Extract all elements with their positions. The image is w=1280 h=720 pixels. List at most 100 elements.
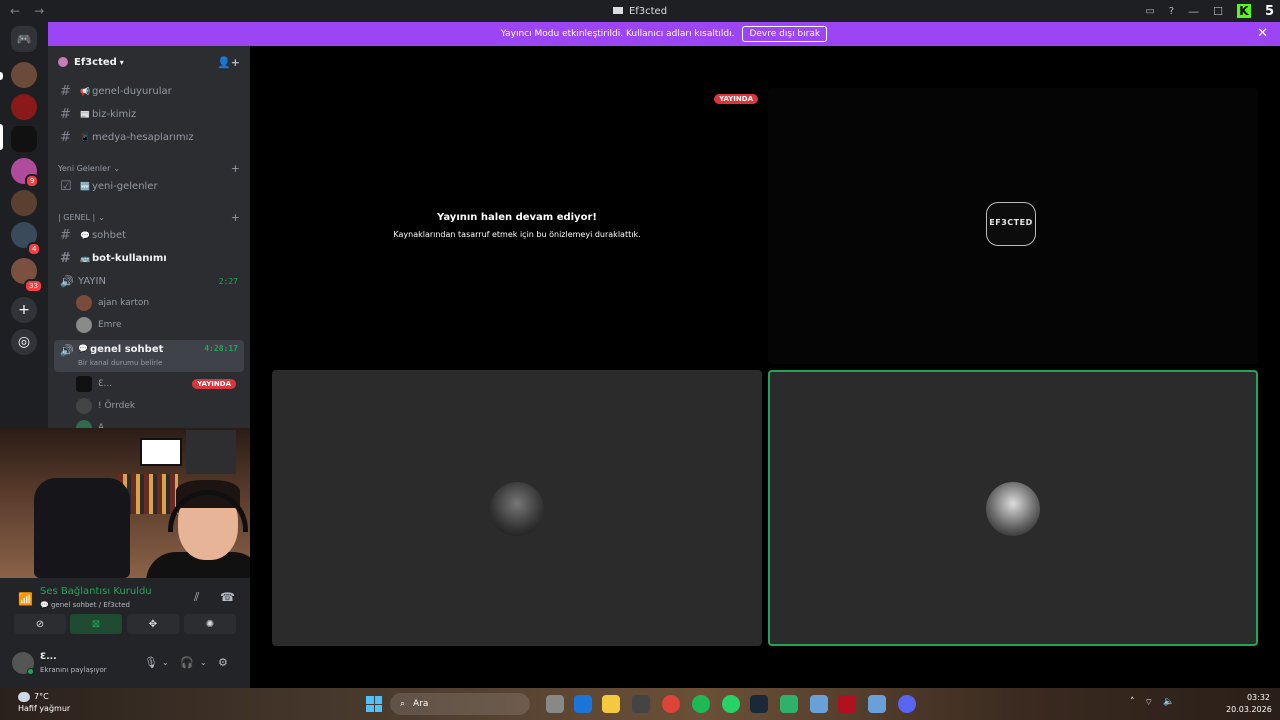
category-yeni-gelenler[interactable]: Yeni Gelenler ⌄ +: [58, 162, 240, 175]
server-icon-ef3cted[interactable]: [11, 126, 37, 152]
selected-pill: [0, 124, 3, 150]
add-server-icon[interactable]: +: [11, 297, 37, 323]
voice-channel-genel-sohbet[interactable]: 🔊 💬 genel sohbet 4:28:17 Bir kanal durum…: [54, 340, 244, 372]
signal-icon[interactable]: 📶: [18, 592, 33, 606]
channel-name: medya-hesaplarımız: [91, 131, 194, 143]
voice-user[interactable]: A: [76, 418, 242, 428]
avatar: [76, 420, 92, 428]
channel-biz-kimiz[interactable]: # 📰 biz-kimiz: [54, 104, 244, 124]
maximize-icon[interactable]: ☐: [1213, 5, 1223, 18]
whatsapp-icon[interactable]: [722, 695, 740, 713]
invite-people-icon[interactable]: 👤+: [217, 56, 240, 69]
app-icon[interactable]: [810, 695, 828, 713]
channel-genel-duyurular[interactable]: # 📢 genel-duyurular: [54, 81, 244, 101]
channel-emoji: 📰: [80, 109, 90, 119]
server-icon-2[interactable]: [11, 94, 37, 120]
chevron-up-icon[interactable]: ˄: [1130, 697, 1135, 708]
kick-logo-icon[interactable]: K: [1236, 4, 1251, 18]
server-header[interactable]: Ef3cted ▾ 👤+: [48, 46, 250, 78]
server-icon-1[interactable]: [11, 62, 37, 88]
participant-tile-speaking[interactable]: [768, 370, 1258, 646]
avatar: [76, 398, 92, 414]
create-channel-icon[interactable]: +: [231, 211, 240, 224]
channel-name: yeni-gelenler: [91, 180, 158, 192]
microphone-icon[interactable]: 🎙: [144, 656, 158, 669]
channel-emoji: 📢: [80, 86, 90, 96]
channel-name: genel sohbet: [89, 344, 164, 355]
system-tray: ˄ ⌔ 🔈: [1130, 697, 1174, 708]
forward-arrow-icon[interactable]: →: [34, 4, 44, 18]
discord-taskbar-icon[interactable]: [898, 695, 916, 713]
voice-user-name: ! Örrdek: [98, 401, 136, 411]
close-banner-icon[interactable]: ✕: [1257, 26, 1268, 41]
live-badge: YAYINDA: [192, 379, 236, 389]
app-icon[interactable]: [868, 695, 886, 713]
camera-button[interactable]: ⊘: [14, 614, 66, 634]
chevron-down-icon[interactable]: ⌄: [200, 658, 207, 667]
file-explorer-icon[interactable]: [602, 695, 620, 713]
store-icon[interactable]: [632, 695, 650, 713]
disconnect-icon[interactable]: ☎: [220, 590, 235, 604]
spotify-icon[interactable]: [692, 695, 710, 713]
category-genel[interactable]: | GENEL | ⌄ +: [58, 211, 240, 224]
server-name: Ef3cted: [74, 56, 117, 68]
voice-channel-path[interactable]: 💬 genel sohbet / Ef3cted: [40, 601, 130, 609]
soundboard-button[interactable]: ✺: [184, 614, 236, 634]
create-channel-icon[interactable]: +: [231, 162, 240, 175]
voice-channel-yayin[interactable]: 🔊 YAYIN 2:27: [54, 271, 244, 291]
hash-icon: #: [60, 227, 71, 243]
discord-home-icon[interactable]: 🎮: [11, 26, 37, 52]
channel-sohbet[interactable]: # 💬 sohbet: [54, 225, 244, 245]
noise-suppression-icon[interactable]: ⫽: [194, 590, 199, 605]
channel-name: biz-kimiz: [91, 108, 137, 120]
help-icon[interactable]: ?: [1169, 6, 1174, 17]
channel-bot-kullanimi[interactable]: # 🚌 bot-kullanımı: [54, 248, 244, 268]
category-label: | GENEL |: [58, 213, 96, 222]
participant-tile[interactable]: [272, 370, 762, 646]
wifi-icon[interactable]: ⌔: [1145, 697, 1153, 708]
chevron-down-icon[interactable]: ⌄: [162, 658, 169, 667]
minimize-icon[interactable]: —: [1188, 5, 1199, 18]
participant-tile-ef3cted[interactable]: EF3CTED: [768, 88, 1258, 364]
taskbar-search[interactable]: ⌕ Ara: [390, 693, 530, 715]
back-arrow-icon[interactable]: ←: [10, 4, 20, 18]
camera-off-icon: ⊘: [35, 618, 45, 630]
screen-share-icon: ⊠: [91, 618, 101, 630]
server-icon-5[interactable]: [11, 190, 37, 216]
app-icon[interactable]: [838, 695, 856, 713]
weather-widget[interactable]: 7°C Hafif yağmur: [18, 691, 70, 715]
weather-text: Hafif yağmur: [18, 704, 71, 713]
screen-share-button[interactable]: ⊠: [70, 614, 122, 634]
search-icon: ⌕: [400, 699, 406, 709]
voice-user[interactable]: ! Örrdek: [76, 396, 242, 416]
chrome-icon[interactable]: [662, 695, 680, 713]
voice-user[interactable]: Ɛ... YAYINDA: [76, 374, 242, 394]
windows-start-icon[interactable]: [366, 696, 382, 712]
stream-tile-paused[interactable]: YAYINDA Yayının halen devam ediyor! Kayn…: [272, 88, 762, 364]
voice-status-text: Ses Bağlantısı Kuruldu: [40, 586, 152, 597]
channel-emoji: 🚌: [80, 253, 90, 263]
task-view-icon[interactable]: [546, 695, 564, 713]
disable-streamer-mode-button[interactable]: Devre dışı bırak: [742, 26, 828, 42]
steam-icon[interactable]: [750, 695, 768, 713]
app-icon[interactable]: [780, 695, 798, 713]
hash-icon: #: [60, 106, 71, 122]
paused-title: Yayının halen devam ediyor!: [437, 212, 597, 223]
voice-user[interactable]: ajan karton: [76, 293, 242, 313]
explore-icon[interactable]: ◎: [11, 329, 37, 355]
inbox-icon[interactable]: ▭: [1145, 6, 1154, 17]
channel-yeni-gelenler[interactable]: ☑ 🆕 yeni-gelenler: [54, 176, 244, 196]
taskbar-clock[interactable]: 03:32 20.03.2026: [1226, 692, 1272, 716]
voice-user[interactable]: Emre: [76, 315, 242, 335]
server-avatar-icon: [58, 57, 68, 67]
edge-icon[interactable]: [574, 695, 592, 713]
rules-channel-icon: ☑: [60, 178, 72, 194]
channel-status-hint[interactable]: Bir kanal durumu belirle: [78, 359, 162, 367]
volume-icon[interactable]: 🔈: [1163, 697, 1174, 708]
channel-medya-hesaplarimiz[interactable]: # 📱 medya-hesaplarımız: [54, 127, 244, 147]
settings-gear-icon[interactable]: ⚙: [218, 656, 228, 669]
headphones-icon[interactable]: 🎧: [180, 656, 194, 669]
activities-button[interactable]: ✥: [127, 614, 179, 634]
user-name[interactable]: Ɛ...: [40, 652, 57, 662]
channel-name: genel-duyurular: [91, 85, 172, 97]
